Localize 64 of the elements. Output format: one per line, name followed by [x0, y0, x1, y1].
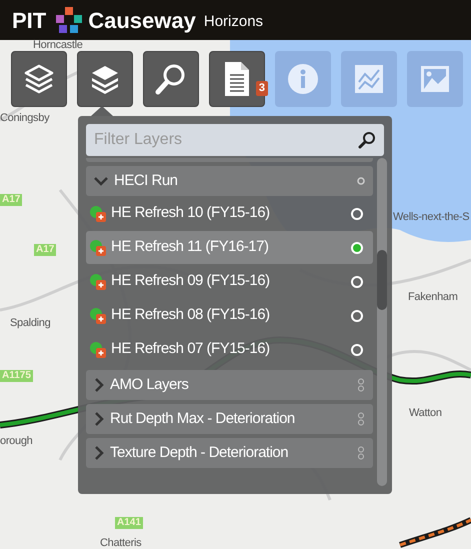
chevron-right-icon [94, 412, 104, 426]
place-label: Coningsby [0, 113, 50, 124]
radio-button[interactable] [351, 344, 363, 356]
layer-item[interactable]: HE Refresh 11 (FY16-17) [86, 231, 373, 264]
layer-group-header[interactable]: Rut Depth Max - Deterioration [86, 404, 373, 434]
count-badge: 3 [256, 81, 268, 96]
place-label: Watton [409, 408, 442, 419]
chevron-down-icon [94, 176, 108, 186]
road-number: A17 [0, 194, 22, 206]
radio-button[interactable] [351, 242, 363, 254]
cubes-logo-icon [54, 5, 84, 35]
layer-add-icon [90, 308, 106, 324]
chevron-right-icon [94, 446, 104, 460]
layer-group-header[interactable]: AMO Layers [86, 370, 373, 400]
layer-add-icon [90, 342, 106, 358]
layer-add-icon [90, 206, 106, 222]
search-button[interactable] [143, 51, 199, 107]
document-icon [223, 61, 251, 97]
chevron-right-icon [94, 378, 104, 392]
group-label: AMO Layers [110, 374, 190, 395]
road-number: A1175 [0, 370, 33, 382]
layer-item[interactable]: HE Refresh 08 (FY15-16) [86, 299, 373, 332]
layers-icon [22, 62, 56, 96]
drag-handle-icon [357, 378, 365, 392]
layer-label: HE Refresh 11 (FY16-17) [111, 237, 270, 258]
place-label: orough [0, 436, 32, 447]
place-label: Spalding [10, 318, 50, 329]
scrollbar-thumb[interactable] [377, 250, 387, 310]
group-label: HECI Run [114, 170, 179, 191]
product-name: Horizons [204, 12, 264, 32]
radio-button[interactable] [351, 310, 363, 322]
layer-group-header[interactable]: Texture Depth - Deterioration [86, 438, 373, 468]
info-icon [286, 62, 320, 96]
search-icon [358, 131, 376, 149]
layer-label: HE Refresh 08 (FY15-16) [111, 305, 271, 326]
drag-handle-icon [357, 412, 365, 426]
layer-label: HE Refresh 10 (FY15-16) [111, 203, 271, 224]
layer-item[interactable]: HE Refresh 09 (FY15-16) [86, 265, 373, 298]
layers-button[interactable] [77, 51, 133, 107]
layer-group-header[interactable]: HECI Run [86, 166, 373, 196]
filter-field[interactable]: Filter Layers [86, 124, 384, 156]
layers-outline-button[interactable] [11, 51, 67, 107]
line-chart-icon [352, 62, 386, 96]
place-label: Chatteris [100, 538, 142, 549]
layer-item[interactable]: HE Refresh 10 (FY15-16) [86, 197, 373, 230]
group-label: Rut Depth Max - Deterioration [110, 408, 296, 429]
layer-label: HE Refresh 07 (FY15-16) [111, 339, 271, 360]
place-label: Horncastle [33, 40, 83, 51]
road-number: A17 [34, 244, 56, 256]
layer-add-icon [90, 274, 106, 290]
layer-add-icon [90, 240, 106, 256]
group-label: Texture Depth - Deterioration [110, 442, 290, 463]
place-label: Fakenham [408, 292, 458, 303]
radio-button[interactable] [351, 208, 363, 220]
drag-handle-icon [357, 446, 365, 460]
brand-name: Causeway [88, 6, 196, 35]
app-name: PIT [12, 6, 46, 34]
document-button[interactable]: 3 [209, 51, 265, 107]
place-label: Wells-next-the-S [393, 212, 470, 223]
layer-item[interactable]: HE Refresh 07 (FY15-16) [86, 333, 373, 366]
radio-button[interactable] [351, 276, 363, 288]
layer-label: HE Refresh 09 (FY15-16) [111, 271, 271, 292]
road-number: A141 [115, 517, 143, 529]
dot-icon [357, 177, 365, 185]
